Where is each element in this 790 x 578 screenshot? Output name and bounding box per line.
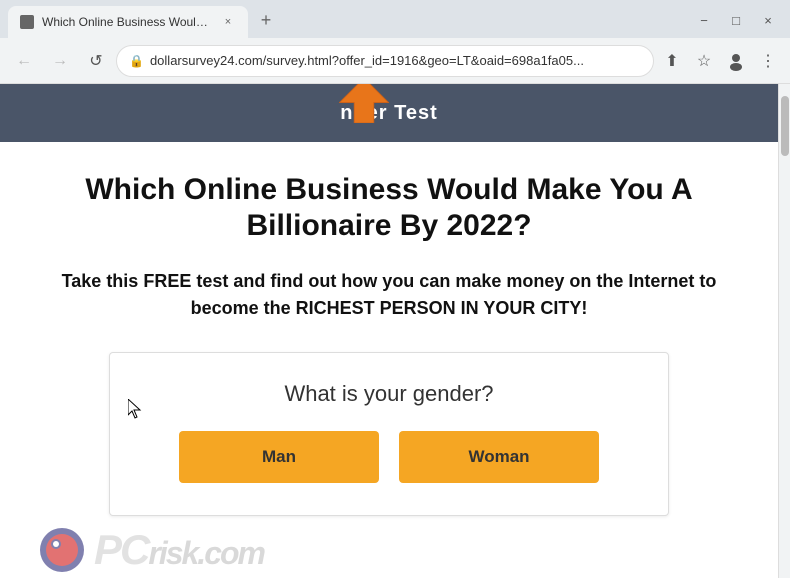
- profile-icon[interactable]: [722, 47, 750, 75]
- subtext: Take this FREE test and find out how you…: [60, 268, 718, 322]
- headline: Which Online Business Would Make You A B…: [60, 172, 718, 244]
- scrollbar[interactable]: [778, 84, 790, 578]
- refresh-button[interactable]: ↺: [80, 45, 112, 77]
- survey-question: What is your gender?: [150, 381, 628, 407]
- nav-bar: ← → ↺ 🔒 dollarsurvey24.com/survey.html?o…: [0, 38, 790, 84]
- tab-bar: Which Online Business Would M... × + − □…: [0, 0, 790, 38]
- new-tab-button[interactable]: +: [252, 6, 280, 34]
- arrow-icon: [339, 84, 389, 123]
- bookmark-icon[interactable]: ☆: [690, 47, 718, 75]
- back-button[interactable]: ←: [8, 45, 40, 77]
- close-button[interactable]: ×: [754, 6, 782, 34]
- maximize-button[interactable]: □: [722, 6, 750, 34]
- window-controls: − □ ×: [690, 6, 782, 34]
- woman-button[interactable]: Woman: [399, 431, 599, 483]
- tab-title: Which Online Business Would M...: [42, 15, 212, 29]
- pc-logo: [40, 528, 84, 572]
- main-body: Which Online Business Would Make You A B…: [0, 142, 778, 536]
- man-button[interactable]: Man: [179, 431, 379, 483]
- menu-icon[interactable]: ⋮: [754, 47, 782, 75]
- active-tab[interactable]: Which Online Business Would M... ×: [8, 6, 248, 38]
- watermark-text: PCrisk.com: [94, 526, 264, 574]
- pc-ball: [40, 528, 84, 572]
- watermark: PCrisk.com: [40, 526, 778, 574]
- page-content: nner Test Which Online Business Would Ma…: [0, 84, 778, 578]
- scrollbar-thumb[interactable]: [781, 96, 789, 156]
- survey-card: What is your gender? Man Woman: [109, 352, 669, 516]
- page-header: nner Test: [0, 84, 778, 142]
- page-area: nner Test Which Online Business Would Ma…: [0, 84, 790, 578]
- url-text: dollarsurvey24.com/survey.html?offer_id=…: [150, 53, 641, 68]
- tab-close-button[interactable]: ×: [220, 14, 236, 30]
- tab-favicon: [20, 15, 34, 29]
- browser-window: Which Online Business Would M... × + − □…: [0, 0, 790, 578]
- lock-icon: 🔒: [129, 54, 144, 68]
- address-bar[interactable]: 🔒 dollarsurvey24.com/survey.html?offer_i…: [116, 45, 654, 77]
- share-icon[interactable]: ⬆: [658, 47, 686, 75]
- pc-ball-inner: [46, 534, 78, 566]
- forward-button[interactable]: →: [44, 45, 76, 77]
- survey-buttons: Man Woman: [150, 431, 628, 483]
- minimize-button[interactable]: −: [690, 6, 718, 34]
